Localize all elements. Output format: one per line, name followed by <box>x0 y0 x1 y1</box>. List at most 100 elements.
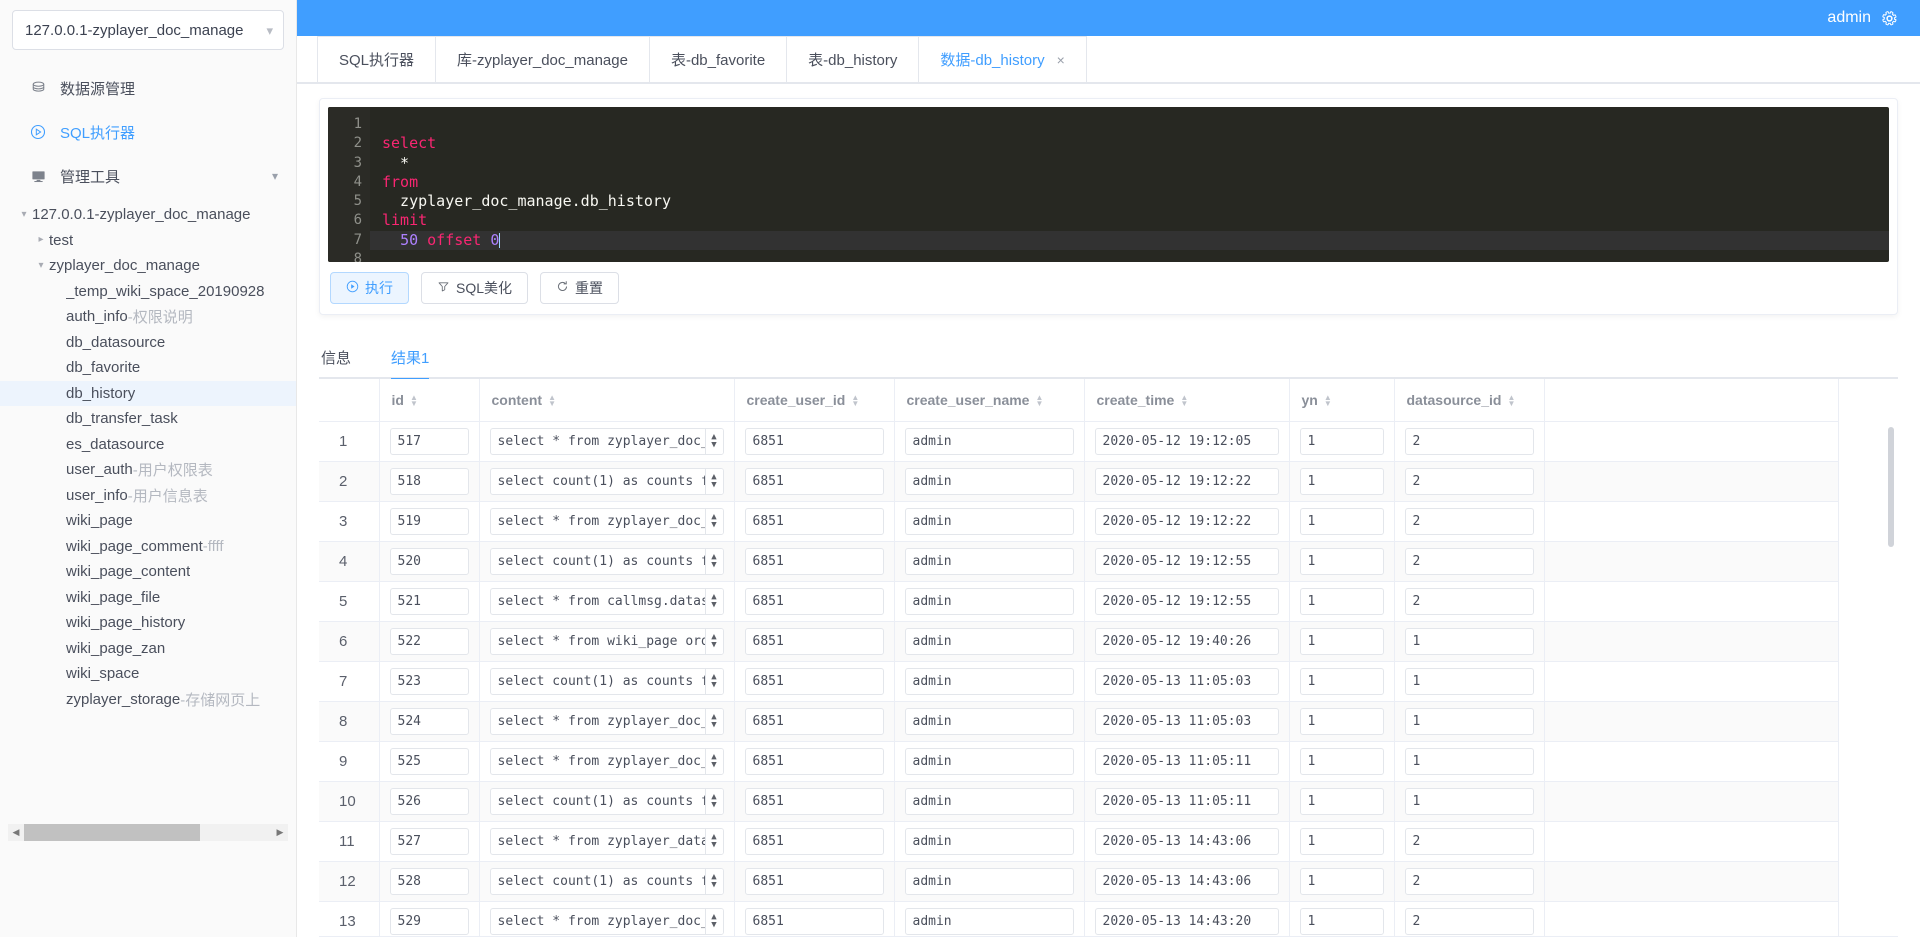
cell-content[interactable]: select * from zyplayer_data_ ▲ ▼ <box>479 821 735 862</box>
cell-id[interactable]: 523 <box>379 661 480 702</box>
cell-input-create_user_name[interactable]: admin <box>904 667 1074 695</box>
cell-input-datasource_id[interactable]: 2 <box>1404 867 1534 895</box>
cell-spinner[interactable]: ▲ ▼ <box>704 548 723 574</box>
cell-id[interactable]: 518 <box>379 461 480 502</box>
column-header-create_time[interactable]: create_time ▲ ▼ <box>1084 379 1290 422</box>
cell-input-create_user_id[interactable]: 6851 <box>744 587 884 615</box>
cell-input-id[interactable]: 517 <box>389 427 469 455</box>
cell-create_user_name[interactable]: admin <box>894 901 1085 936</box>
cell-create_user_name[interactable]: admin <box>894 461 1085 502</box>
cell-input-id[interactable]: 522 <box>389 627 469 655</box>
scroll-track[interactable] <box>24 824 272 841</box>
cell-input-content[interactable]: select * from callmsg.dataso ▲ ▼ <box>489 587 724 615</box>
tree-node[interactable]: zyplayer_storage -存储网页上 <box>0 687 296 713</box>
tree-node[interactable]: wiki_page_comment -ffff <box>0 534 296 560</box>
cell-create_user_id[interactable]: 6851 <box>734 621 895 662</box>
tree-node[interactable]: user_auth -用户权限表 <box>0 457 296 483</box>
column-header-create_user_id[interactable]: create_user_id ▲ ▼ <box>734 379 895 422</box>
column-header-create_user_name[interactable]: create_user_name ▲ ▼ <box>894 379 1085 422</box>
table-row[interactable]: 13 529 select * from zyplayer_doc_m ▲ ▼ 6851 a… <box>319 901 1839 936</box>
tree-node[interactable]: wiki_page_history <box>0 610 296 636</box>
cell-spinner[interactable]: ▲ ▼ <box>704 628 723 654</box>
close-icon[interactable]: × <box>1057 53 1065 67</box>
scroll-thumb[interactable] <box>24 824 201 841</box>
cell-spinner[interactable]: ▲ ▼ <box>704 588 723 614</box>
scroll-right-icon[interactable]: ▶ <box>272 827 288 838</box>
cell-input-datasource_id[interactable]: 2 <box>1404 427 1534 455</box>
cell-input-datasource_id[interactable]: 1 <box>1404 627 1534 655</box>
cell-datasource_id[interactable]: 2 <box>1394 421 1545 462</box>
cell-input-yn[interactable]: 1 <box>1299 627 1384 655</box>
tree-node[interactable]: db_favorite <box>0 355 296 381</box>
cell-yn[interactable]: 1 <box>1289 581 1395 622</box>
cell-create_user_id[interactable]: 6851 <box>734 501 895 542</box>
table-row[interactable]: 10 526 select count(1) as counts fr ▲ ▼ 6851 a… <box>319 781 1839 822</box>
code-line[interactable] <box>382 250 1889 262</box>
cell-input-yn[interactable]: 1 <box>1299 547 1384 575</box>
tree-node[interactable]: zyplayer_doc_manage <box>0 253 296 279</box>
cell-input-create_time[interactable]: 2020-05-12 19:12:05 <box>1094 427 1279 455</box>
cell-input-create_user_id[interactable]: 6851 <box>744 627 884 655</box>
result-tab[interactable]: 信息 <box>321 336 371 378</box>
cell-input-id[interactable]: 521 <box>389 587 469 615</box>
cell-input-create_user_name[interactable]: admin <box>904 827 1074 855</box>
cell-input-yn[interactable]: 1 <box>1299 507 1384 535</box>
cell-content[interactable]: select count(1) as counts fr ▲ ▼ <box>479 661 735 702</box>
cell-datasource_id[interactable]: 1 <box>1394 661 1545 702</box>
cell-create_user_id[interactable]: 6851 <box>734 861 895 902</box>
tree-node[interactable]: test <box>0 228 296 254</box>
cell-create_user_id[interactable]: 6851 <box>734 901 895 936</box>
cell-content[interactable]: select * from zyplayer_doc_m ▲ ▼ <box>479 421 735 462</box>
sql-beautify-button[interactable]: SQL美化 <box>421 272 529 304</box>
cell-create_user_id[interactable]: 6851 <box>734 541 895 582</box>
cell-create_user_name[interactable]: admin <box>894 781 1085 822</box>
cell-datasource_id[interactable]: 1 <box>1394 781 1545 822</box>
cell-spinner[interactable]: ▲ ▼ <box>704 748 723 774</box>
column-header-yn[interactable]: yn ▲ ▼ <box>1289 379 1395 422</box>
grid-vertical-scrollbar[interactable] <box>1886 427 1896 934</box>
table-row[interactable]: 2 518 select count(1) as counts fr ▲ ▼ 6851 ad… <box>319 461 1839 502</box>
cell-content[interactable]: select * from zyplayer_doc_m ▲ ▼ <box>479 701 735 742</box>
tab-item[interactable]: 库-zyplayer_doc_manage <box>435 36 650 82</box>
cell-yn[interactable]: 1 <box>1289 741 1395 782</box>
cell-input-create_user_name[interactable]: admin <box>904 747 1074 775</box>
tree-node[interactable]: wiki_page_content <box>0 559 296 585</box>
table-row[interactable]: 3 519 select * from zyplayer_doc_m ▲ ▼ 6851 ad… <box>319 501 1839 542</box>
cell-input-content[interactable]: select * from zyplayer_doc_m ▲ ▼ <box>489 747 724 775</box>
tab-item[interactable]: 表-db_history <box>786 36 920 82</box>
cell-input-datasource_id[interactable]: 1 <box>1404 747 1534 775</box>
cell-yn[interactable]: 1 <box>1289 661 1395 702</box>
cell-input-content[interactable]: select * from zyplayer_doc_m ▲ ▼ <box>489 907 724 935</box>
cell-input-create_time[interactable]: 2020-05-13 14:43:06 <box>1094 827 1279 855</box>
cell-datasource_id[interactable]: 2 <box>1394 461 1545 502</box>
cell-content[interactable]: select * from wiki_page orde ▲ ▼ <box>479 621 735 662</box>
column-header-datasource_id[interactable]: datasource_id ▲ ▼ <box>1394 379 1545 422</box>
cell-spinner[interactable]: ▲ ▼ <box>704 508 723 534</box>
cell-id[interactable]: 526 <box>379 781 480 822</box>
cell-input-yn[interactable]: 1 <box>1299 787 1384 815</box>
cell-create_user_name[interactable]: admin <box>894 821 1085 862</box>
caret-down-icon[interactable] <box>33 261 49 271</box>
table-row[interactable]: 9 525 select * from zyplayer_doc_m ▲ ▼ 6851 ad… <box>319 741 1839 782</box>
table-row[interactable]: 12 528 select count(1) as counts fr ▲ ▼ 6851 a… <box>319 861 1839 902</box>
cell-id[interactable]: 525 <box>379 741 480 782</box>
cell-spinner[interactable]: ▲ ▼ <box>704 828 723 854</box>
sort-icon[interactable]: ▲ ▼ <box>1180 394 1188 408</box>
cell-create_user_name[interactable]: admin <box>894 701 1085 742</box>
cell-datasource_id[interactable]: 1 <box>1394 741 1545 782</box>
table-row[interactable]: 8 524 select * from zyplayer_doc_m ▲ ▼ 6851 ad… <box>319 701 1839 742</box>
tab-item[interactable]: SQL执行器 <box>317 36 437 82</box>
code-line[interactable]: from <box>382 173 1889 192</box>
cell-create_user_id[interactable]: 6851 <box>734 461 895 502</box>
cell-input-content[interactable]: select count(1) as counts fr ▲ ▼ <box>489 467 724 495</box>
cell-datasource_id[interactable]: 2 <box>1394 901 1545 936</box>
cell-spinner[interactable]: ▲ ▼ <box>704 708 723 734</box>
cell-yn[interactable]: 1 <box>1289 861 1395 902</box>
cell-create_user_id[interactable]: 6851 <box>734 821 895 862</box>
cell-create_time[interactable]: 2020-05-12 19:12:05 <box>1084 421 1290 462</box>
cell-input-create_user_id[interactable]: 6851 <box>744 667 884 695</box>
cell-content[interactable]: select * from zyplayer_doc_m ▲ ▼ <box>479 901 735 936</box>
cell-input-create_user_name[interactable]: admin <box>904 427 1074 455</box>
table-row[interactable]: 11 527 select * from zyplayer_data_ ▲ ▼ 6851 a… <box>319 821 1839 862</box>
cell-input-create_user_name[interactable]: admin <box>904 907 1074 935</box>
